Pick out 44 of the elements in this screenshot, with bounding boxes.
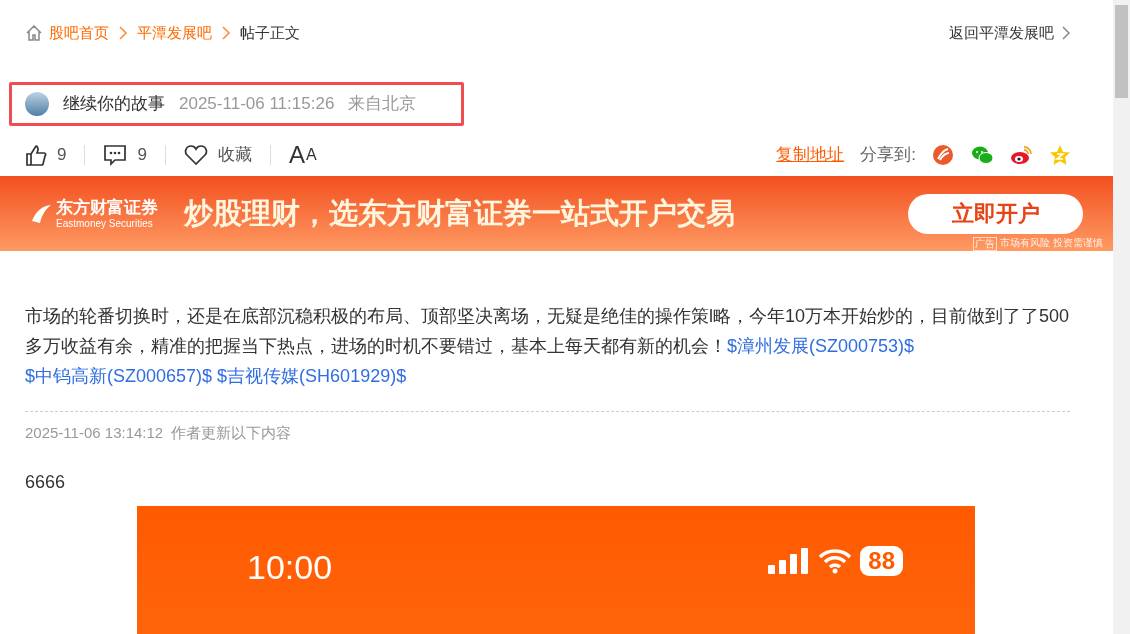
- comment-button[interactable]: 9: [103, 142, 147, 168]
- breadcrumb-link[interactable]: 平潭发展吧: [137, 21, 212, 45]
- stock-link[interactable]: $漳州发展(SZ000753)$: [727, 336, 915, 356]
- scrollbar-thumb[interactable]: [1115, 5, 1128, 98]
- chevron-icon: [221, 26, 231, 40]
- like-button[interactable]: 9: [25, 142, 67, 168]
- update-label: 作者更新以下内容: [171, 423, 292, 443]
- ad-banner[interactable]: 东方财富证券 Eastmoney Securities 炒股理财，选东方财富证券一站式开户交易 立即开户 广告 市场有风险 投资需谨慎: [0, 176, 1113, 251]
- battery-level: 88: [860, 545, 903, 576]
- back-link[interactable]: 返回平潭发展吧: [949, 21, 1070, 45]
- wifi-icon: [818, 547, 853, 574]
- stock-link[interactable]: $吉视传媒(SH601929)$: [217, 366, 407, 386]
- post-location: 来自北京: [348, 93, 417, 116]
- favorite-button[interactable]: 收藏: [183, 142, 252, 168]
- home-icon[interactable]: [25, 24, 43, 42]
- author-name[interactable]: 继续你的故事: [63, 91, 165, 117]
- breadcrumb-link[interactable]: 股吧首页: [49, 21, 109, 45]
- share-wechat-icon[interactable]: [971, 144, 993, 166]
- ad-slogan: 炒股理财，选东方财富证券一站式开户交易: [184, 195, 735, 231]
- ad-tag: 广告: [973, 237, 998, 251]
- signal-icon: [768, 547, 811, 574]
- copy-link[interactable]: 复制地址: [776, 142, 845, 168]
- post-text: 市场的轮番切换时，还是在底部沉稳积极的布局、顶部坚决离场，无疑是绝佳的操作策l略，今年10万本开始炒的，目前做到了了500多万收益有余，精准的把握当下热点，进场的时机不要错过，基本上每天都有新的机会！$漳州发展(SZ000753)$ $中钨高新(SZ000657)$ $吉视传媒(SH601929)$: [25, 305, 1070, 388]
- share-weibo-icon[interactable]: [1010, 144, 1032, 166]
- brand-logo-icon: [30, 202, 52, 225]
- status-time: 10:00: [247, 546, 333, 588]
- breadcrumb-current: 帖子正文: [240, 22, 300, 43]
- heart-icon: [183, 144, 208, 166]
- brand-name: 东方财富证券: [56, 198, 158, 216]
- ad-disclaimer: 市场有风险 投资需谨慎: [1000, 237, 1103, 250]
- avatar[interactable]: [25, 92, 49, 116]
- chevron-icon: [1062, 26, 1070, 40]
- post-time: 2025-11-06 11:15:26: [179, 93, 335, 116]
- scrollbar[interactable]: [1113, 0, 1130, 634]
- share-label: 分享到:: [860, 144, 916, 167]
- stock-link[interactable]: $中钨高新(SZ000657)$: [25, 366, 213, 386]
- update-time: 2025-11-06 13:14:12: [25, 423, 164, 443]
- comment-icon: [103, 144, 128, 166]
- open-account-button[interactable]: 立即开户: [908, 193, 1083, 234]
- brand-english: Eastmoney Securities: [56, 218, 154, 229]
- update-content: 6666: [24, 470, 67, 494]
- thumbs-up-icon: [25, 144, 47, 166]
- chevron-icon: [118, 26, 128, 40]
- font-size-button[interactable]: AA: [288, 137, 317, 173]
